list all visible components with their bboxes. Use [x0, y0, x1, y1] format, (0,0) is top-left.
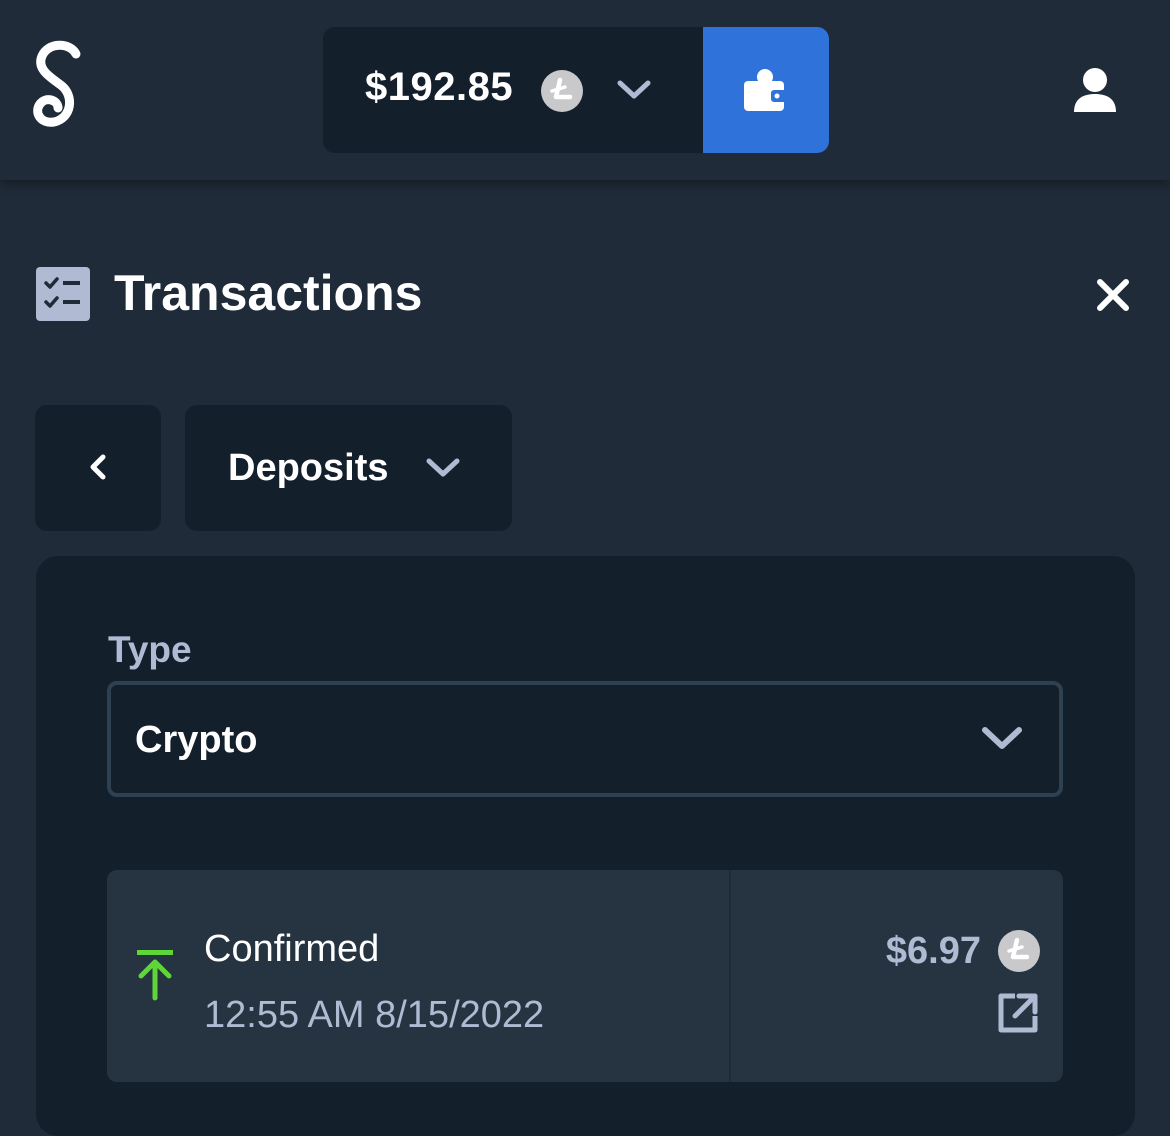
- back-button[interactable]: [35, 405, 161, 531]
- external-link-icon[interactable]: [997, 992, 1039, 1034]
- balance-amount: $192.85: [365, 65, 514, 109]
- divider: [729, 870, 731, 1082]
- user-icon[interactable]: [1068, 64, 1122, 118]
- transaction-details: Confirmed 12:55 AM 8/15/2022: [107, 870, 730, 1082]
- transactions-panel: Type Crypto Confirmed 12:55 AM 8/15/2022…: [36, 556, 1135, 1136]
- wallet-button[interactable]: [703, 27, 829, 153]
- chevron-left-icon: [90, 454, 106, 480]
- chevron-down-icon: [982, 727, 1022, 749]
- chevron-down-icon: [617, 80, 651, 99]
- stake-logo-icon[interactable]: [30, 38, 90, 130]
- top-bar: $192.85: [0, 0, 1170, 180]
- transaction-status: Confirmed: [204, 928, 380, 970]
- deposit-arrow-icon: [137, 950, 173, 1001]
- transaction-date: 12:55 AM 8/15/2022: [204, 994, 545, 1036]
- close-icon[interactable]: [1088, 270, 1138, 320]
- page-title: Transactions: [114, 265, 423, 321]
- type-select[interactable]: Crypto: [107, 681, 1063, 797]
- checklist-icon: [36, 267, 90, 321]
- type-label: Type: [108, 629, 192, 670]
- wallet-icon: [744, 69, 787, 111]
- type-select-value: Crypto: [135, 719, 258, 761]
- balance-dropdown[interactable]: $192.85: [323, 27, 704, 153]
- transaction-filter-dropdown[interactable]: Deposits: [185, 405, 512, 531]
- litecoin-icon: [998, 930, 1040, 972]
- chevron-down-icon: [426, 458, 460, 477]
- litecoin-icon: [541, 70, 583, 112]
- transaction-amount: $6.97: [885, 930, 981, 972]
- transaction-row: Confirmed 12:55 AM 8/15/2022 $6.97: [107, 870, 1063, 1082]
- filter-selected-label: Deposits: [228, 447, 389, 489]
